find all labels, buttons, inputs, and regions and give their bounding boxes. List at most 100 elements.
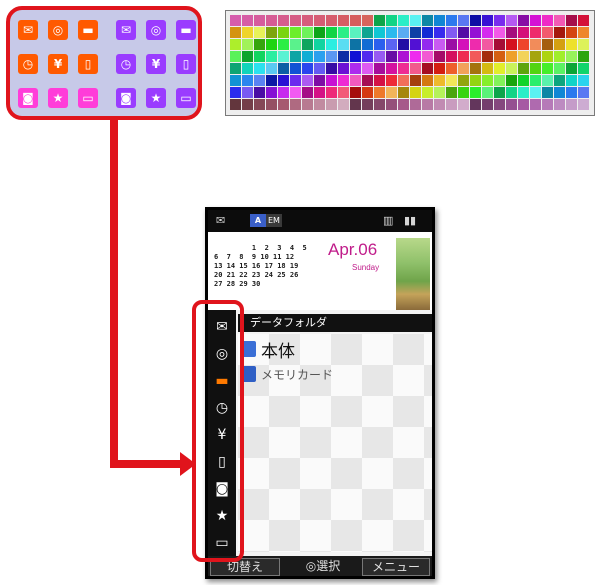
color-swatch[interactable] (362, 27, 373, 38)
color-swatch[interactable] (278, 87, 289, 98)
color-swatch[interactable] (338, 51, 349, 62)
color-swatch[interactable] (350, 39, 361, 50)
color-swatch[interactable] (338, 15, 349, 26)
color-swatch[interactable] (422, 51, 433, 62)
color-swatch[interactable] (578, 51, 589, 62)
display-icon-alt[interactable]: ▭ (176, 88, 196, 108)
color-swatch[interactable] (530, 15, 541, 26)
color-swatch[interactable] (362, 99, 373, 110)
color-swatch[interactable] (422, 15, 433, 26)
color-swatch[interactable] (518, 63, 529, 74)
color-swatch[interactable] (506, 99, 517, 110)
color-swatch[interactable] (362, 87, 373, 98)
color-swatch[interactable] (254, 27, 265, 38)
color-swatch[interactable] (566, 63, 577, 74)
color-swatch[interactable] (242, 63, 253, 74)
tools-icon-alt[interactable]: ¥ (146, 54, 166, 74)
color-swatch[interactable] (278, 75, 289, 86)
color-swatch[interactable] (410, 99, 421, 110)
color-swatch[interactable] (458, 27, 469, 38)
color-swatch[interactable] (230, 15, 241, 26)
color-swatch[interactable] (350, 75, 361, 86)
color-swatch[interactable] (326, 51, 337, 62)
color-swatch[interactable] (350, 51, 361, 62)
color-swatch[interactable] (518, 87, 529, 98)
color-swatch[interactable] (302, 51, 313, 62)
color-swatch[interactable] (410, 39, 421, 50)
color-swatch[interactable] (518, 27, 529, 38)
color-swatch[interactable] (506, 75, 517, 86)
color-swatch[interactable] (422, 27, 433, 38)
color-swatch[interactable] (446, 87, 457, 98)
color-swatch[interactable] (362, 63, 373, 74)
color-swatch[interactable] (494, 15, 505, 26)
folder-icon[interactable]: ▬ (78, 20, 98, 40)
color-swatch[interactable] (242, 99, 253, 110)
disc-icon[interactable]: ◎ (48, 20, 68, 40)
color-swatch[interactable] (434, 63, 445, 74)
color-swatch[interactable] (398, 51, 409, 62)
color-swatch[interactable] (554, 63, 565, 74)
color-swatch[interactable] (398, 27, 409, 38)
mail-icon[interactable]: ✉ (18, 20, 38, 40)
color-swatch[interactable] (518, 15, 529, 26)
color-swatch[interactable] (470, 15, 481, 26)
color-swatch[interactable] (530, 51, 541, 62)
color-swatch[interactable] (578, 63, 589, 74)
color-swatch[interactable] (386, 15, 397, 26)
color-swatch[interactable] (266, 99, 277, 110)
color-swatch[interactable] (506, 39, 517, 50)
color-swatch[interactable] (266, 51, 277, 62)
color-swatch[interactable] (242, 39, 253, 50)
color-swatch[interactable] (482, 75, 493, 86)
color-swatch[interactable] (338, 63, 349, 74)
color-swatch[interactable] (470, 75, 481, 86)
color-swatch[interactable] (458, 75, 469, 86)
color-swatch[interactable] (230, 27, 241, 38)
color-swatch[interactable] (266, 27, 277, 38)
color-swatch[interactable] (566, 51, 577, 62)
color-swatch[interactable] (410, 15, 421, 26)
color-swatch[interactable] (458, 39, 469, 50)
color-swatch[interactable] (374, 63, 385, 74)
color-swatch[interactable] (542, 51, 553, 62)
color-swatch[interactable] (494, 27, 505, 38)
color-swatch[interactable] (254, 15, 265, 26)
color-swatch[interactable] (470, 63, 481, 74)
color-swatch[interactable] (422, 75, 433, 86)
clock-icon[interactable]: ◷ (18, 54, 38, 74)
color-swatch[interactable] (458, 51, 469, 62)
color-swatch[interactable] (290, 87, 301, 98)
color-swatch[interactable] (506, 87, 517, 98)
book-icon[interactable]: ▯ (78, 54, 98, 74)
color-swatch[interactable] (482, 99, 493, 110)
color-swatch[interactable] (578, 15, 589, 26)
color-swatch[interactable] (482, 27, 493, 38)
color-swatch[interactable] (554, 75, 565, 86)
color-swatch[interactable] (242, 51, 253, 62)
color-swatch[interactable] (314, 15, 325, 26)
color-swatch[interactable] (314, 63, 325, 74)
color-swatch[interactable] (542, 27, 553, 38)
color-swatch[interactable] (518, 51, 529, 62)
color-swatch[interactable] (434, 75, 445, 86)
color-swatch[interactable] (578, 75, 589, 86)
color-swatch[interactable] (374, 75, 385, 86)
color-swatch[interactable] (326, 87, 337, 98)
color-swatch[interactable] (398, 99, 409, 110)
color-swatch[interactable] (230, 39, 241, 50)
color-swatch[interactable] (494, 63, 505, 74)
color-swatch[interactable] (554, 99, 565, 110)
color-swatch[interactable] (314, 99, 325, 110)
color-swatch[interactable] (254, 75, 265, 86)
color-swatch[interactable] (446, 99, 457, 110)
color-swatch[interactable] (350, 87, 361, 98)
color-swatch[interactable] (482, 15, 493, 26)
color-swatch[interactable] (458, 15, 469, 26)
color-swatch[interactable] (362, 75, 373, 86)
color-swatch[interactable] (506, 15, 517, 26)
color-swatch[interactable] (314, 75, 325, 86)
color-swatch[interactable] (422, 99, 433, 110)
color-swatch[interactable] (374, 39, 385, 50)
color-swatches[interactable] (230, 15, 590, 111)
